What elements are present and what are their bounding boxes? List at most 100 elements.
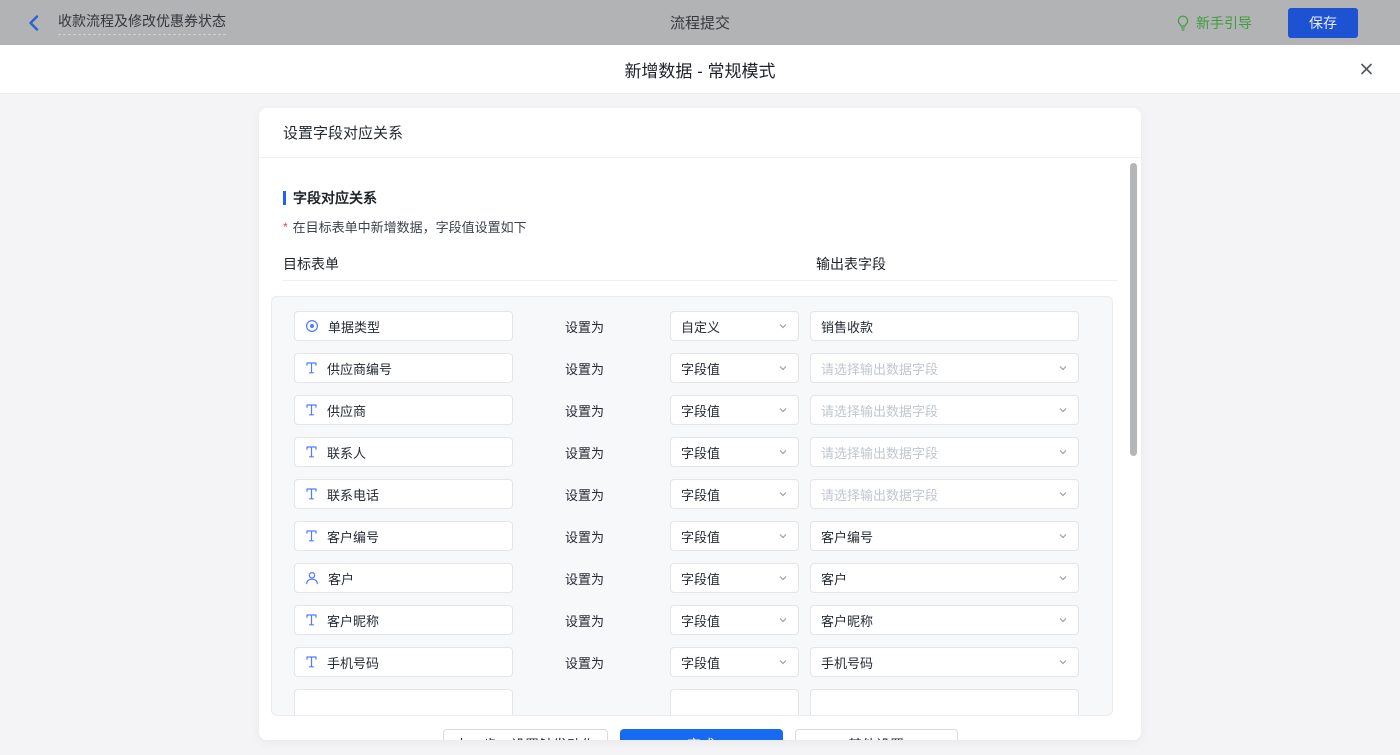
target-field-chip[interactable]: 联系电话 <box>294 479 513 509</box>
target-field-chip[interactable]: 客户 <box>294 563 513 593</box>
target-field-label: 客户 <box>328 571 355 587</box>
chevron-down-icon <box>778 657 788 667</box>
rows-container: 单据类型 设置为 自定义 销售收款 供应商编号 设置为 字段值 请选择输出数据字… <box>271 296 1113 716</box>
output-field-select[interactable]: 客户 <box>810 563 1079 593</box>
mode-select[interactable]: 字段值 <box>670 395 799 425</box>
target-field-label: 客户昵称 <box>327 613 380 629</box>
output-field-value: 客户 <box>821 571 848 587</box>
mapping-row: 单据类型 设置为 自定义 销售收款 <box>294 311 1112 341</box>
chevron-down-icon <box>778 531 788 541</box>
mode-select[interactable] <box>670 689 799 715</box>
scrollbar-thumb[interactable] <box>1130 163 1137 456</box>
card-title: 设置字段对应关系 <box>259 108 1141 158</box>
hint-text: 在目标表单中新增数据，字段值设置如下 <box>292 220 527 235</box>
target-field-chip[interactable]: 供应商编号 <box>294 353 513 383</box>
set-as-label: 设置为 <box>565 655 605 671</box>
chevron-down-icon <box>778 363 788 373</box>
dialog-title: 新增数据 - 常规模式 <box>624 61 776 81</box>
chevron-down-icon <box>1058 615 1068 625</box>
target-field-chip[interactable]: 联系人 <box>294 437 513 467</box>
mode-select-value: 字段值 <box>681 445 721 461</box>
chevron-down-icon <box>1058 405 1068 415</box>
set-as-label: 设置为 <box>565 445 605 461</box>
output-field-value: 客户昵称 <box>821 613 874 629</box>
close-icon <box>1359 62 1374 77</box>
mode-select-value: 自定义 <box>681 319 721 335</box>
flow-name[interactable]: 收款流程及修改优惠券状态 <box>58 11 226 35</box>
back-button[interactable] <box>26 14 42 32</box>
mapping-row: 客户 设置为 字段值 客户 <box>294 563 1112 593</box>
target-field-label: 联系人 <box>327 445 367 461</box>
set-as-label: 设置为 <box>565 319 605 335</box>
target-field-label: 客户编号 <box>327 529 380 545</box>
topbar: 收款流程及修改优惠券状态 流程提交 新手引导 保存 <box>0 0 1400 45</box>
mode-select[interactable]: 自定义 <box>670 311 799 341</box>
target-field-chip[interactable]: 手机号码 <box>294 647 513 677</box>
text-icon <box>305 361 318 375</box>
output-field-value: 客户编号 <box>821 529 874 545</box>
mode-select[interactable]: 字段值 <box>670 563 799 593</box>
mode-select-value: 字段值 <box>681 361 721 377</box>
set-as-label: 设置为 <box>565 403 605 419</box>
output-field-value: 请选择输出数据字段 <box>821 361 939 377</box>
output-field-value: 请选择输出数据字段 <box>821 403 939 419</box>
output-field-select[interactable]: 请选择输出数据字段 <box>810 395 1079 425</box>
mode-select-value: 字段值 <box>681 403 721 419</box>
mapping-row: 联系电话 设置为 字段值 请选择输出数据字段 <box>294 479 1112 509</box>
output-field-select[interactable]: 请选择输出数据字段 <box>810 479 1079 509</box>
required-asterisk: * <box>283 219 288 234</box>
chevron-left-icon <box>26 14 42 32</box>
target-field-chip[interactable]: 供应商 <box>294 395 513 425</box>
output-field-select[interactable]: 客户昵称 <box>810 605 1079 635</box>
text-icon <box>305 529 318 543</box>
modal-body: 设置字段对应关系 字段对应关系 * 在目标表单中新增数据，字段值设置如下 目标表… <box>0 108 1400 755</box>
mapping-row: 客户编号 设置为 字段值 客户编号 <box>294 521 1112 551</box>
mode-select-value: 字段值 <box>681 487 721 503</box>
target-field-chip[interactable] <box>294 689 513 715</box>
chevron-down-icon <box>778 321 788 331</box>
text-icon <box>305 613 318 627</box>
hint-row: * 在目标表单中新增数据，字段值设置如下 <box>283 217 1117 236</box>
output-field-value: 请选择输出数据字段 <box>821 445 939 461</box>
mapping-row: 供应商编号 设置为 字段值 请选择输出数据字段 <box>294 353 1112 383</box>
output-field-value: 请选择输出数据字段 <box>821 487 939 503</box>
done-button[interactable]: 完成 <box>619 729 783 740</box>
output-field-select[interactable]: 请选择输出数据字段 <box>810 353 1079 383</box>
output-field-select[interactable]: 手机号码 <box>810 647 1079 677</box>
beginner-guide-link[interactable]: 新手引导 <box>1176 13 1252 33</box>
section-marker <box>283 191 286 205</box>
text-icon <box>305 487 318 501</box>
set-as-label: 设置为 <box>565 571 605 587</box>
prev-step-button[interactable]: 上一步：设置触发动作 <box>442 729 608 740</box>
chevron-down-icon <box>1058 573 1068 583</box>
card-body: 字段对应关系 * 在目标表单中新增数据，字段值设置如下 目标表单 输出表字段 单… <box>259 188 1141 740</box>
dialog-header: 新增数据 - 常规模式 <box>0 45 1400 94</box>
save-button[interactable]: 保存 <box>1288 7 1358 38</box>
mode-select[interactable]: 字段值 <box>670 647 799 677</box>
set-as-label: 设置为 <box>565 487 605 503</box>
column-headers: 目标表单 输出表字段 <box>283 254 1117 272</box>
target-field-chip[interactable]: 客户编号 <box>294 521 513 551</box>
chevron-down-icon <box>1058 531 1068 541</box>
chevron-down-icon <box>1058 489 1068 499</box>
mapping-row: 客户昵称 设置为 字段值 客户昵称 <box>294 605 1112 635</box>
target-field-label: 单据类型 <box>328 319 381 335</box>
mode-select-value: 字段值 <box>681 529 721 545</box>
mode-select[interactable]: 字段值 <box>670 479 799 509</box>
mode-select[interactable]: 字段值 <box>670 521 799 551</box>
mapping-row <box>294 689 1112 715</box>
mode-select[interactable]: 字段值 <box>670 353 799 383</box>
column-header-target-form: 目标表单 <box>283 256 339 272</box>
target-field-chip[interactable]: 客户昵称 <box>294 605 513 635</box>
output-field-select[interactable]: 销售收款 <box>810 311 1079 341</box>
output-field-select[interactable] <box>810 689 1079 715</box>
mapping-row: 联系人 设置为 字段值 请选择输出数据字段 <box>294 437 1112 467</box>
output-field-select[interactable]: 客户编号 <box>810 521 1079 551</box>
mode-select[interactable]: 字段值 <box>670 605 799 635</box>
chevron-down-icon <box>778 405 788 415</box>
mode-select[interactable]: 字段值 <box>670 437 799 467</box>
close-button[interactable] <box>1359 62 1374 77</box>
output-field-select[interactable]: 请选择输出数据字段 <box>810 437 1079 467</box>
target-field-chip[interactable]: 单据类型 <box>294 311 513 341</box>
other-settings-button[interactable]: 其他设置 <box>794 729 958 740</box>
